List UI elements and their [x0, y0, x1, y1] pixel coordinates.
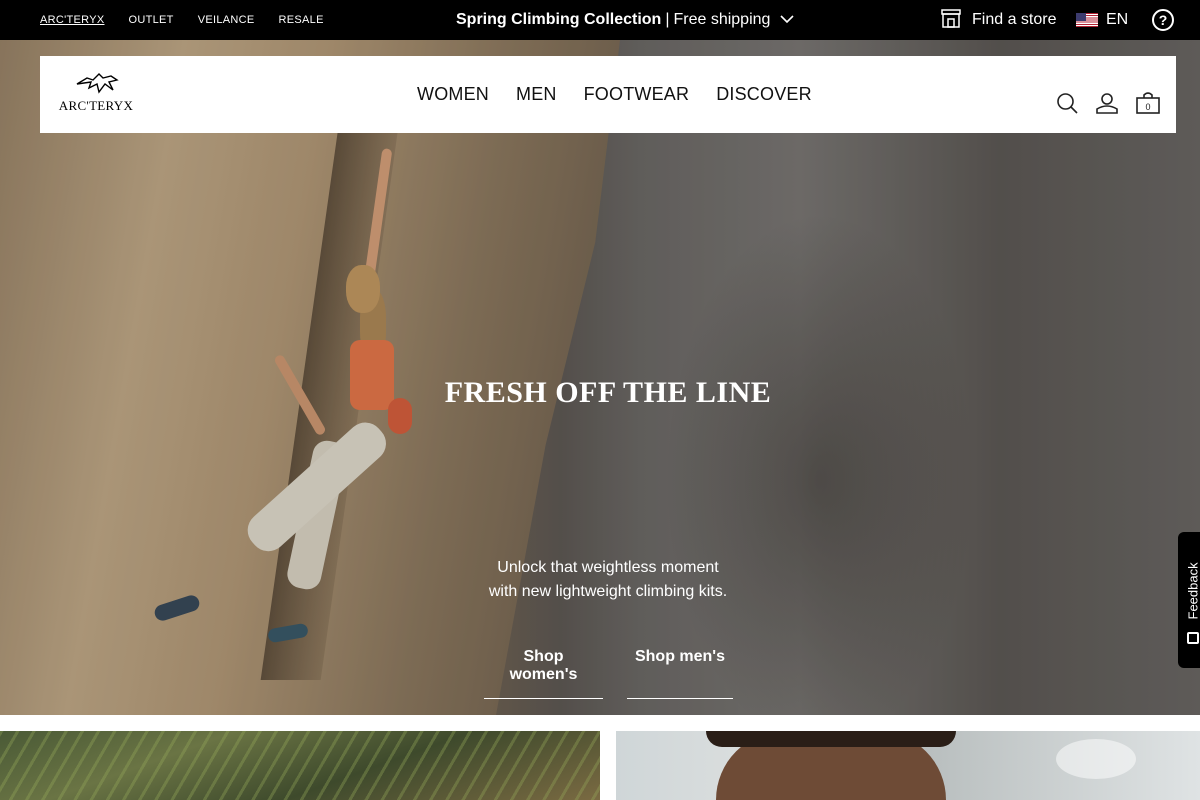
help-icon[interactable]: ?: [1152, 9, 1174, 31]
brand-switcher: ARC'TERYX OUTLET VEILANCE RESALE: [40, 0, 324, 40]
hero-title: FRESH OFF THE LINE: [444, 376, 772, 409]
shop-men-button[interactable]: Shop men's: [627, 646, 733, 699]
brand-link-veilance[interactable]: VEILANCE: [198, 14, 255, 26]
nav-item-men[interactable]: MEN: [516, 84, 557, 105]
promo-tile-left[interactable]: [0, 731, 600, 800]
brand-link-arcteryx[interactable]: ARC'TERYX: [40, 14, 105, 26]
us-flag-icon: [1076, 13, 1098, 27]
brand-link-resale[interactable]: RESALE: [279, 14, 324, 26]
hero-cta-group: Shop women's Shop men's: [484, 646, 733, 699]
brand-link-outlet[interactable]: OUTLET: [129, 14, 174, 26]
hero-subtitle-line-1: Unlock that weightless moment: [497, 559, 719, 576]
primary-nav: WOMEN MEN FOOTWEAR DISCOVER: [417, 56, 812, 133]
logo-bird-icon: [76, 73, 119, 94]
promo-separator: |: [665, 11, 670, 28]
promo-title: Spring Climbing Collection: [456, 11, 662, 28]
language-selector[interactable]: EN: [1076, 0, 1128, 40]
language-label: EN: [1106, 11, 1129, 28]
promo-banner[interactable]: Spring Climbing Collection | Free shippi…: [456, 0, 795, 40]
hero-subtitle-line-2: with new lightweight climbing kits.: [488, 583, 728, 600]
cart-icon[interactable]: 0: [1136, 92, 1160, 114]
feedback-icon: [1187, 632, 1199, 644]
feedback-label: Feedback: [1185, 562, 1200, 620]
account-icon[interactable]: [1096, 92, 1118, 114]
nav-item-discover[interactable]: DISCOVER: [716, 84, 812, 105]
promo-detail: Free shipping: [673, 11, 771, 28]
search-icon[interactable]: [1056, 92, 1078, 114]
find-store-label: Find a store: [972, 11, 1057, 28]
main-header: ARC'TERYX WOMEN MEN FOOTWEAR DISCOVER 0: [40, 56, 1176, 133]
find-store-link[interactable]: Find a store: [940, 0, 1056, 40]
promo-tile-right[interactable]: [616, 731, 1200, 800]
shop-women-button[interactable]: Shop women's: [484, 646, 603, 699]
hero-subtitle: Unlock that weightless moment with new l…: [400, 556, 816, 604]
utility-bar: ARC'TERYX OUTLET VEILANCE RESALE Spring …: [0, 0, 1200, 40]
feedback-tab[interactable]: Feedback: [1178, 532, 1200, 668]
chevron-down-icon[interactable]: [780, 11, 795, 29]
logo-wordmark: ARC'TERYX: [58, 98, 134, 113]
site-logo[interactable]: ARC'TERYX: [56, 70, 136, 120]
nav-item-footwear[interactable]: FOOTWEAR: [584, 84, 690, 105]
header-actions: 0: [1056, 92, 1160, 114]
nav-item-women[interactable]: WOMEN: [417, 84, 489, 105]
store-icon: [940, 8, 962, 33]
cart-count: 0: [1145, 102, 1150, 112]
